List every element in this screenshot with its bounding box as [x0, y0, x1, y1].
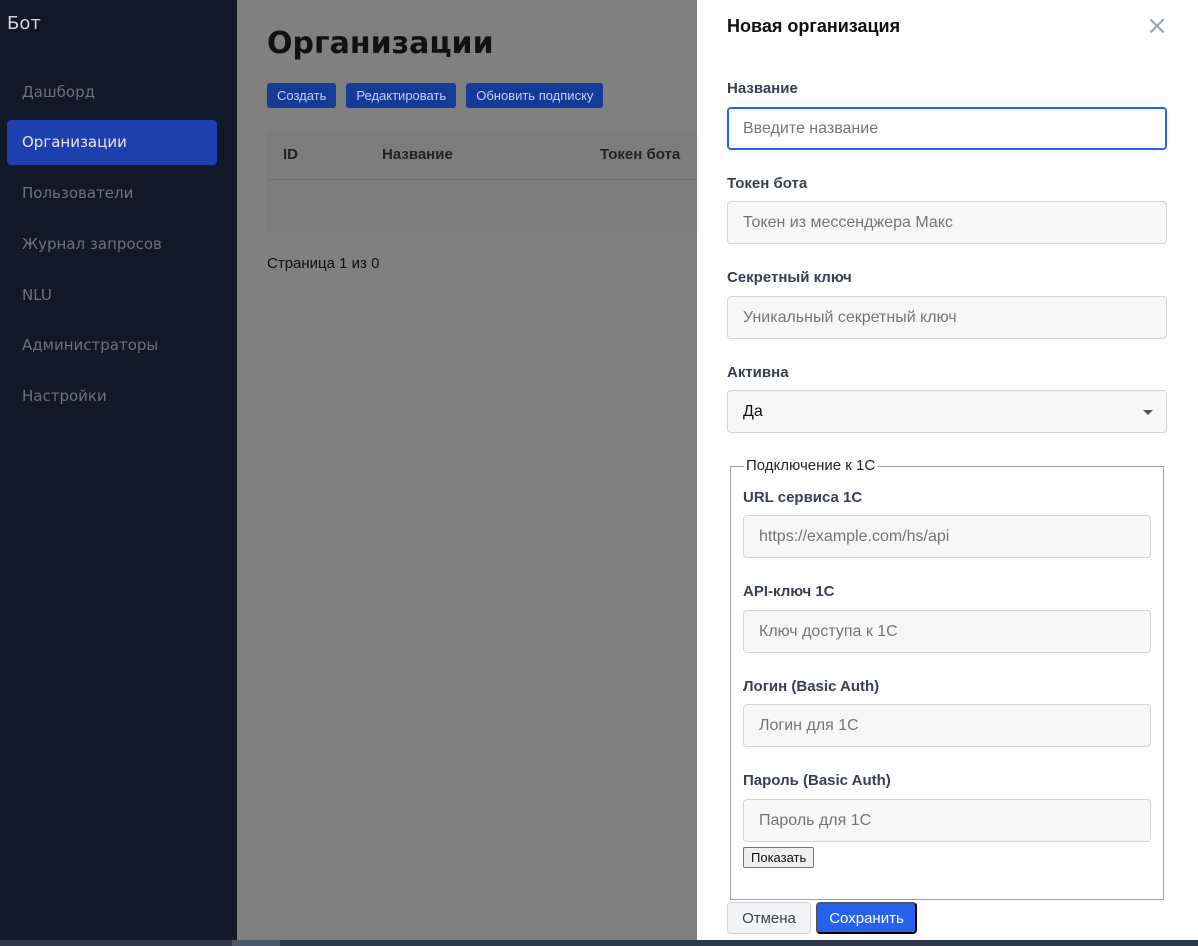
close-icon[interactable]: × [1145, 13, 1169, 39]
chevron-down-icon [1143, 410, 1153, 415]
edit-button[interactable]: Редактировать [346, 83, 457, 108]
sidebar-nav: Дашборд Организации Пользователи Журнал … [7, 69, 217, 425]
sidebar-item-dashboard[interactable]: Дашборд [7, 69, 217, 114]
drawer-title: Новая организация [727, 16, 901, 36]
pagination-text: Страница 1 из 0 [267, 255, 380, 272]
sidebar-item-request-log[interactable]: Журнал запросов [7, 221, 217, 266]
column-header-name[interactable]: Название [382, 146, 453, 163]
sidebar-item-settings[interactable]: Настройки [7, 374, 217, 419]
onec-url-input[interactable] [743, 515, 1151, 558]
bot-token-label: Токен бота [727, 175, 808, 192]
onec-password-input[interactable] [743, 799, 1151, 842]
bot-token-input[interactable] [727, 201, 1167, 244]
onec-password-label: Пароль (Basic Auth) [743, 772, 891, 789]
onec-api-key-label: API-ключ 1С [743, 583, 835, 600]
onec-login-label: Логин (Basic Auth) [743, 678, 880, 695]
column-header-bot-token[interactable]: Токен бота [600, 146, 680, 163]
create-button[interactable]: Создать [267, 83, 337, 108]
show-password-button[interactable]: Показать [743, 847, 815, 868]
active-select[interactable]: Да [727, 390, 1167, 433]
secret-key-input[interactable] [727, 296, 1167, 339]
page-title: Организации [267, 26, 494, 61]
save-button[interactable]: Сохранить [816, 902, 917, 934]
sidebar: Бот Дашборд Организации Пользователи Жур… [0, 0, 237, 946]
toolbar: Создать Редактировать Обновить подписку [267, 83, 604, 108]
active-select-value: Да [743, 402, 763, 420]
name-label: Название [727, 80, 798, 97]
new-organization-drawer: Новая организация × Название Токен бота … [697, 0, 1198, 940]
cancel-button[interactable]: Отмена [727, 902, 811, 934]
update-subscription-button[interactable]: Обновить подписку [466, 83, 604, 108]
onec-url-label: URL сервиса 1С [743, 489, 863, 506]
secret-key-label: Секретный ключ [727, 269, 852, 286]
column-header-id[interactable]: ID [283, 146, 298, 163]
sidebar-item-nlu[interactable]: NLU [7, 272, 217, 317]
name-input[interactable] [727, 107, 1167, 150]
active-label: Активна [727, 364, 789, 381]
sidebar-item-organizations[interactable]: Организации [7, 119, 217, 165]
horizontal-scrollbar[interactable] [0, 940, 1198, 946]
onec-login-input[interactable] [743, 704, 1151, 747]
scrollbar-thumb[interactable] [232, 940, 280, 946]
sidebar-item-users[interactable]: Пользователи [7, 171, 217, 216]
sidebar-item-admins[interactable]: Администраторы [7, 323, 217, 368]
onec-api-key-input[interactable] [743, 610, 1151, 653]
brand-title: Бот [7, 13, 41, 34]
onec-connection-legend: Подключение к 1С [744, 457, 878, 474]
